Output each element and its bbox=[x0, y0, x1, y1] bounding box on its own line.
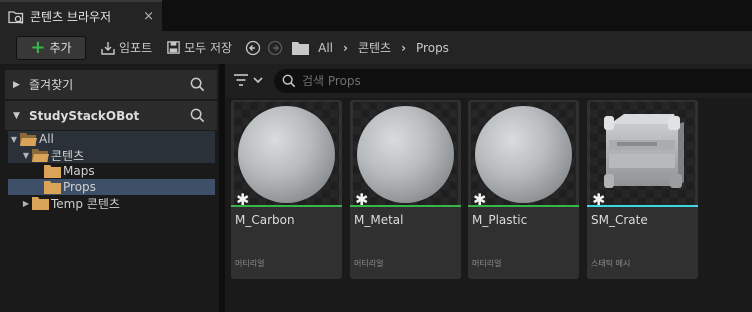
tree-item-maps[interactable]: Maps bbox=[8, 163, 215, 179]
asset-type: 머티리얼 bbox=[235, 259, 265, 268]
breadcrumb-props[interactable]: Props bbox=[416, 41, 449, 55]
filter-button[interactable] bbox=[233, 73, 264, 87]
project-header[interactable]: ▼ StudyStackOBot bbox=[5, 101, 217, 130]
toolbar: + 추가 임포트 모두 저장 All › 콘텐츠 › Props bbox=[0, 31, 752, 64]
chevron-right-icon[interactable]: › bbox=[401, 41, 406, 55]
folder-open-icon bbox=[32, 148, 49, 162]
tree-item-temp-content[interactable]: ▶ Temp 콘텐츠 bbox=[8, 195, 215, 211]
save-all-button[interactable]: 모두 저장 bbox=[166, 39, 232, 56]
asset-name: M_Metal bbox=[354, 213, 404, 227]
history-back-button[interactable] bbox=[244, 39, 262, 57]
tree-item-all[interactable]: ▼ All bbox=[8, 131, 215, 147]
project-label: StudyStackOBot bbox=[29, 108, 140, 123]
tree-item-content[interactable]: ▼ 콘텐츠 bbox=[8, 147, 215, 163]
tree-item-label: 콘텐츠 bbox=[51, 148, 85, 163]
folder-icon bbox=[44, 164, 61, 178]
search-icon[interactable] bbox=[190, 108, 205, 126]
search-input[interactable] bbox=[302, 74, 702, 88]
content-browser-icon bbox=[8, 9, 24, 25]
tab-strip: 콘텐츠 브라우저 × bbox=[0, 0, 752, 31]
material-sphere-icon bbox=[357, 106, 454, 203]
tree-item-props[interactable]: Props bbox=[8, 179, 215, 195]
tree-item-label: Temp 콘텐츠 bbox=[51, 196, 120, 211]
chevron-down-icon[interactable]: ▼ bbox=[8, 135, 20, 144]
history-forward-button[interactable] bbox=[266, 39, 284, 57]
search-box[interactable] bbox=[274, 69, 752, 93]
arrow-left-circle-icon bbox=[245, 40, 261, 55]
asset-tile-m-carbon[interactable]: ✱ M_Carbon 머티리얼 bbox=[231, 100, 342, 279]
tree-item-label: Maps bbox=[63, 164, 95, 178]
asset-thumbnail: ✱ bbox=[590, 102, 695, 209]
search-icon[interactable] bbox=[190, 77, 205, 95]
tree-item-label: Props bbox=[63, 180, 96, 194]
add-button-label: 추가 bbox=[49, 41, 72, 55]
chevron-right-icon[interactable]: ▶ bbox=[20, 199, 32, 208]
asset-view: ✱ M_Carbon 머티리얼 ✱ M_Metal 머티리얼 ✱ M_Plast… bbox=[225, 64, 752, 312]
chevron-right-icon[interactable]: ▶ bbox=[13, 80, 27, 90]
asset-tile-m-metal[interactable]: ✱ M_Metal 머티리얼 bbox=[350, 100, 461, 279]
folder-icon bbox=[290, 39, 310, 57]
asset-type: 머티리얼 bbox=[354, 259, 384, 268]
plus-icon: + bbox=[30, 36, 46, 58]
asset-name: M_Plastic bbox=[472, 213, 528, 227]
asset-tile-sm-crate[interactable]: ✱ SM_Crate 스태틱 메시 bbox=[587, 100, 698, 279]
filter-icon bbox=[234, 74, 248, 86]
chevron-down-icon[interactable]: ▼ bbox=[13, 111, 27, 121]
asset-thumbnail: ✱ bbox=[353, 102, 458, 209]
filter-bar bbox=[225, 64, 752, 98]
tree-item-label: All bbox=[39, 132, 54, 146]
tab-title: 콘텐츠 브라우저 bbox=[30, 10, 112, 24]
favorites-header[interactable]: ▶ 즐겨찾기 bbox=[5, 70, 217, 99]
asset-thumbnail: ✱ bbox=[234, 102, 339, 209]
asset-thumbnail: ✱ bbox=[471, 102, 576, 209]
asset-type-color-bar bbox=[468, 205, 579, 207]
folder-icon bbox=[32, 196, 49, 210]
favorites-label: 즐겨찾기 bbox=[29, 78, 74, 92]
asset-tile-m-plastic[interactable]: ✱ M_Plastic 머티리얼 bbox=[468, 100, 579, 279]
save-all-label: 모두 저장 bbox=[184, 41, 233, 55]
asset-name: SM_Crate bbox=[591, 213, 648, 227]
folder-icon bbox=[44, 180, 61, 194]
save-icon bbox=[167, 41, 180, 54]
breadcrumb-all[interactable]: All bbox=[318, 41, 333, 55]
chevron-right-icon[interactable]: › bbox=[343, 41, 348, 55]
close-icon[interactable]: × bbox=[143, 9, 154, 24]
asset-type-color-bar bbox=[587, 205, 698, 207]
asset-type: 스태틱 메시 bbox=[591, 259, 631, 268]
import-label: 임포트 bbox=[119, 41, 153, 55]
search-icon bbox=[282, 74, 296, 88]
arrow-right-circle-icon bbox=[267, 40, 283, 55]
breadcrumb-content[interactable]: 콘텐츠 bbox=[358, 39, 391, 56]
chevron-down-icon bbox=[253, 77, 263, 84]
chevron-down-icon[interactable]: ▼ bbox=[20, 151, 32, 160]
tab-content-browser[interactable]: 콘텐츠 브라우저 × bbox=[0, 0, 162, 31]
asset-name: M_Carbon bbox=[235, 213, 295, 227]
folder-open-icon bbox=[20, 132, 37, 146]
add-button[interactable]: + 추가 bbox=[16, 35, 86, 60]
sources-panel: ▶ 즐겨찾기 ▼ StudyStackOBot ▼ All ▼ 콘텐츠 Maps… bbox=[0, 64, 219, 312]
crate-mesh-icon bbox=[604, 114, 684, 188]
material-sphere-icon bbox=[238, 106, 335, 203]
import-button[interactable]: 임포트 bbox=[100, 39, 152, 56]
material-sphere-icon bbox=[475, 106, 572, 203]
import-icon bbox=[101, 41, 115, 55]
asset-type: 머티리얼 bbox=[472, 259, 502, 268]
asset-type-color-bar bbox=[350, 205, 461, 207]
asset-type-color-bar bbox=[231, 205, 342, 207]
